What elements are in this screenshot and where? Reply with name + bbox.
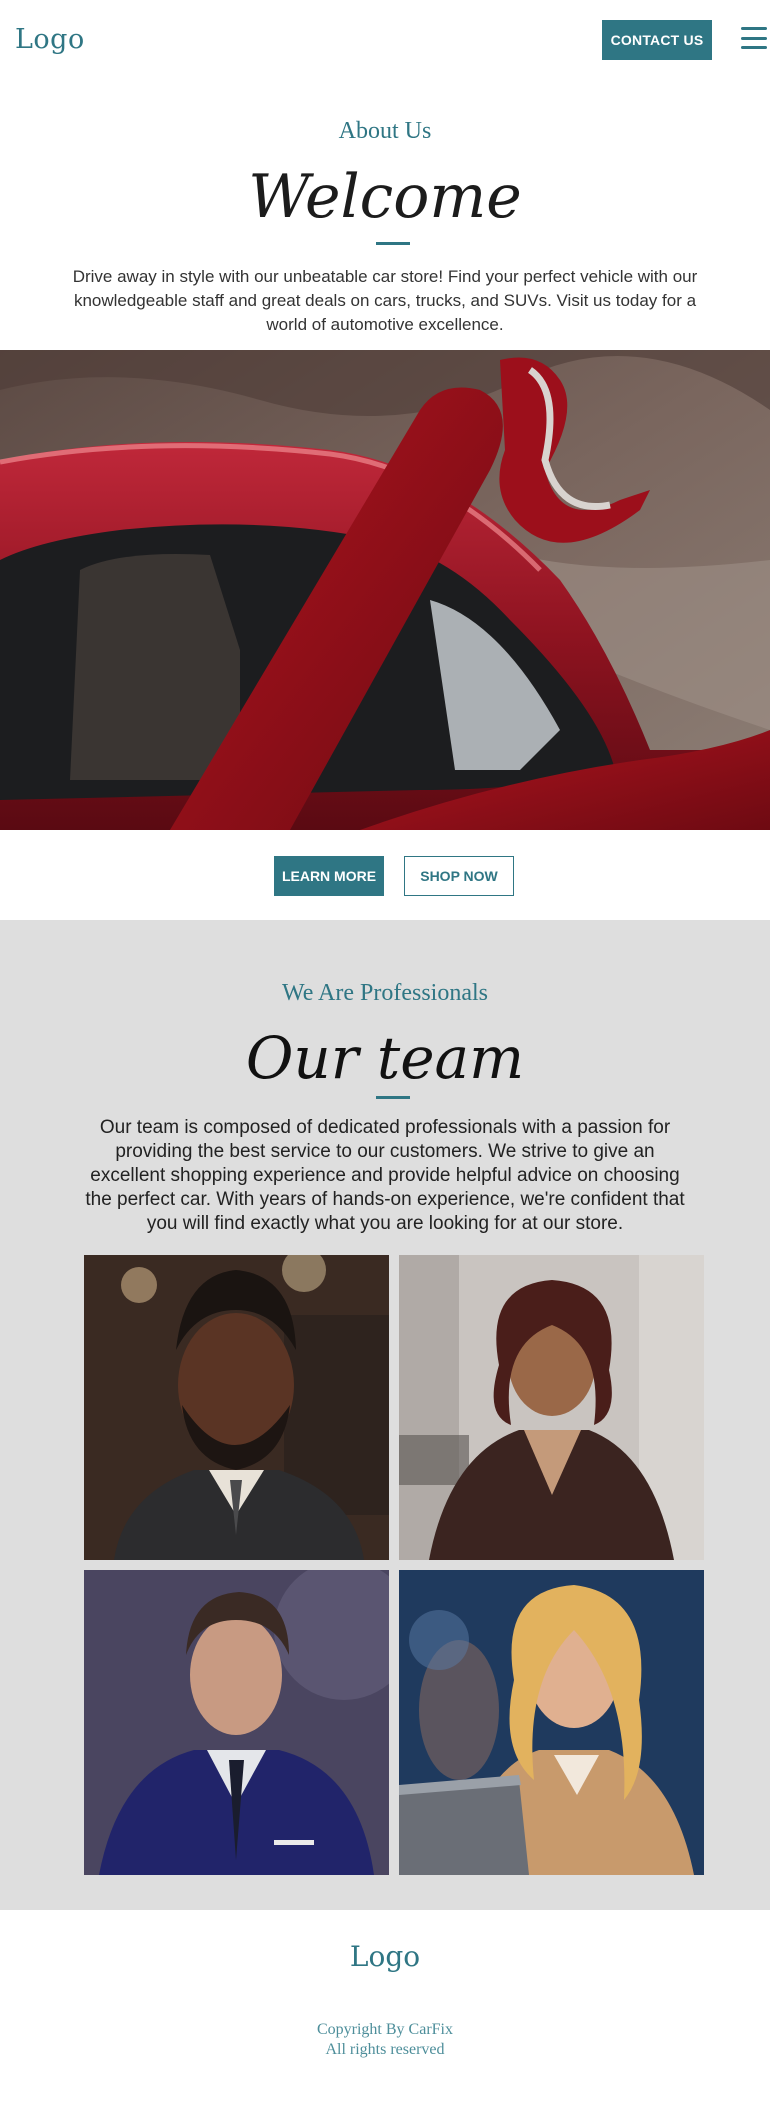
title-divider [376, 1096, 410, 1099]
team-section: We Are Professionals Our team Our team i… [0, 920, 770, 1910]
team-member-photo-man-blue-suit [84, 1570, 389, 1875]
footer-logo[interactable]: Logo [0, 1940, 770, 1973]
professionals-eyebrow: We Are Professionals [281, 980, 489, 1006]
header-logo[interactable]: Logo [15, 24, 85, 55]
welcome-title: Welcome [248, 162, 522, 232]
team-title: Our team [245, 1024, 525, 1092]
copyright-line-2: All rights reserved [325, 2041, 445, 2058]
team-member-photo-blonde-woman [399, 1570, 704, 1875]
site-header: Logo CONTACT US [0, 0, 770, 82]
team-member-photo-bearded-man [84, 1255, 389, 1560]
contact-us-button[interactable]: CONTACT US [602, 20, 712, 60]
copyright-line-1: Copyright By CarFix [316, 2021, 453, 2038]
team-member-photo-woman-suit [399, 1255, 704, 1560]
hero-image [0, 350, 770, 830]
team-text: Our team is composed of dedicated profes… [85, 1117, 685, 1234]
cta-buttons: LEARN MORE SHOP NOW [0, 830, 770, 920]
title-divider [376, 242, 410, 245]
learn-more-button[interactable]: LEARN MORE [274, 856, 384, 896]
site-footer: Logo Copyright By CarFix All rights rese… [0, 1910, 770, 2127]
welcome-section: About Us Welcome Drive away in style wit… [0, 82, 770, 350]
copyright-text: Copyright By CarFix All rights reserved [0, 2020, 770, 2060]
about-us-eyebrow: About Us [338, 118, 432, 144]
shop-now-button[interactable]: SHOP NOW [404, 856, 514, 896]
welcome-text: Drive away in style with our unbeatable … [72, 267, 698, 334]
hamburger-menu-icon[interactable] [741, 27, 767, 49]
